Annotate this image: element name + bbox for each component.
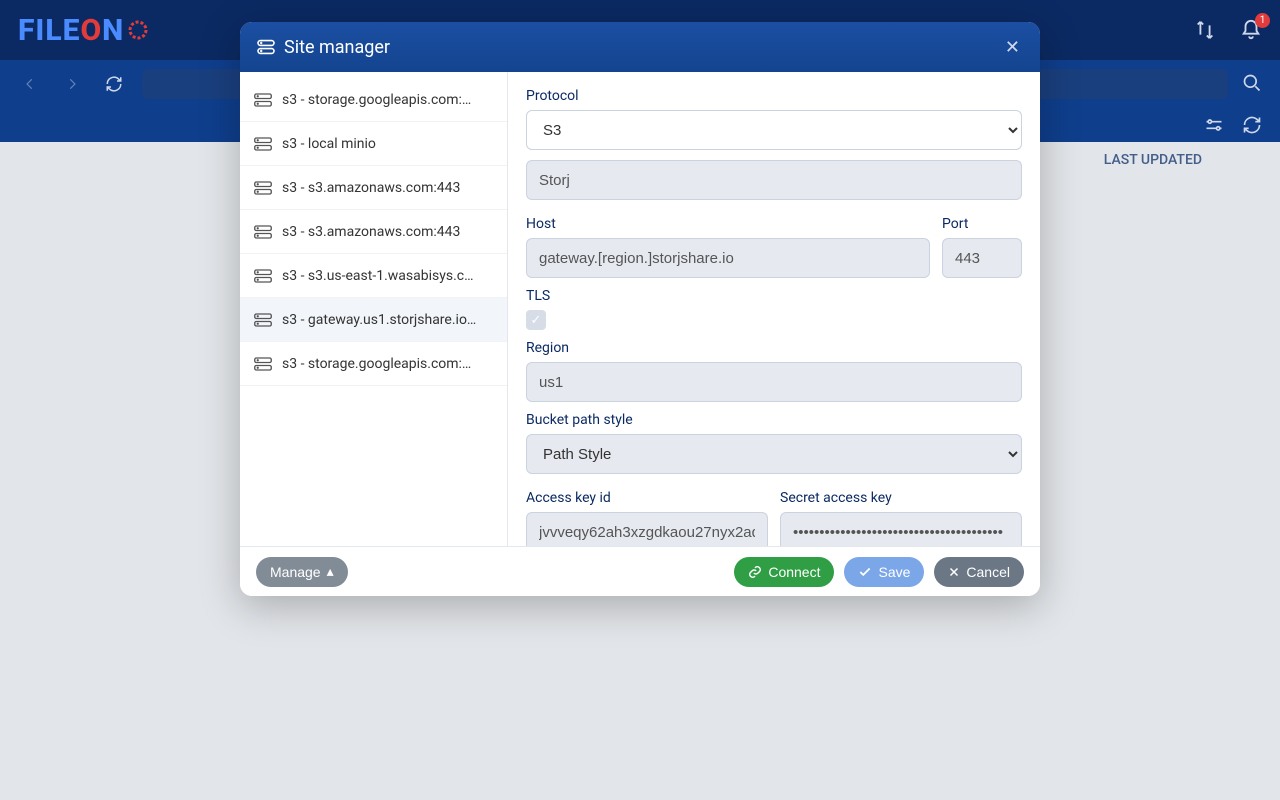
site-manager-icon — [256, 39, 276, 55]
site-item[interactable]: s3 - gateway.us1.storjshare.io… — [240, 298, 507, 342]
site-item-label: s3 - gateway.us1.storjshare.io… — [282, 312, 476, 328]
secret-key-input[interactable] — [780, 512, 1022, 546]
site-item[interactable]: s3 - storage.googleapis.com:… — [240, 78, 507, 122]
site-item[interactable]: s3 - s3.amazonaws.com:443 — [240, 210, 507, 254]
connect-button[interactable]: Connect — [734, 557, 834, 587]
provider-field[interactable] — [526, 160, 1022, 200]
port-input[interactable] — [942, 238, 1022, 278]
manage-button[interactable]: Manage ▴ — [256, 557, 348, 587]
close-button[interactable]: ✕ — [1001, 33, 1024, 62]
site-item-label: s3 - local minio — [282, 136, 376, 152]
site-item-label: s3 - storage.googleapis.com:… — [282, 92, 471, 108]
port-label: Port — [942, 216, 1022, 232]
save-button[interactable]: Save — [844, 557, 924, 587]
secret-key-label: Secret access key — [780, 490, 1022, 506]
protocol-label: Protocol — [526, 88, 1022, 104]
site-item[interactable]: s3 - storage.googleapis.com:… — [240, 342, 507, 386]
bucket-style-label: Bucket path style — [526, 412, 1022, 428]
site-form: Protocol S3 Host Port TLS — [508, 72, 1040, 546]
caret-up-icon: ▴ — [327, 563, 334, 580]
host-input[interactable] — [526, 238, 930, 278]
tls-checkbox[interactable]: ✓ — [526, 310, 546, 330]
sites-list: s3 - storage.googleapis.com:… s3 - local … — [240, 72, 508, 546]
x-icon — [948, 566, 960, 578]
site-item-label: s3 - s3.amazonaws.com:443 — [282, 180, 460, 196]
manage-label: Manage — [270, 564, 321, 580]
bucket-style-select[interactable]: Path Style — [526, 434, 1022, 474]
site-item-label: s3 - storage.googleapis.com:… — [282, 356, 471, 372]
access-key-input[interactable] — [526, 512, 768, 546]
modal-title: Site manager — [284, 37, 390, 58]
region-input[interactable] — [526, 362, 1022, 402]
access-key-label: Access key id — [526, 490, 768, 506]
host-label: Host — [526, 216, 930, 232]
check-icon — [858, 565, 872, 579]
link-icon — [748, 565, 762, 579]
site-item[interactable]: s3 - s3.amazonaws.com:443 — [240, 166, 507, 210]
cancel-label: Cancel — [966, 564, 1010, 580]
site-item-label: s3 - s3.amazonaws.com:443 — [282, 224, 460, 240]
modal-header: Site manager ✕ — [240, 22, 1040, 72]
modal-footer: Manage ▴ Connect Save Cancel — [240, 546, 1040, 596]
connect-label: Connect — [768, 564, 820, 580]
protocol-select[interactable]: S3 — [526, 110, 1022, 150]
region-label: Region — [526, 340, 1022, 356]
cancel-button[interactable]: Cancel — [934, 557, 1024, 587]
site-item[interactable]: s3 - local minio — [240, 122, 507, 166]
save-label: Save — [878, 564, 910, 580]
tls-label: TLS — [526, 288, 1022, 304]
modal-overlay: Site manager ✕ s3 - storage.googleapis.c… — [0, 0, 1280, 800]
site-item-label: s3 - s3.us-east-1.wasabisys.c… — [282, 268, 473, 284]
site-manager-modal: Site manager ✕ s3 - storage.googleapis.c… — [240, 22, 1040, 596]
site-item[interactable]: s3 - s3.us-east-1.wasabisys.c… — [240, 254, 507, 298]
